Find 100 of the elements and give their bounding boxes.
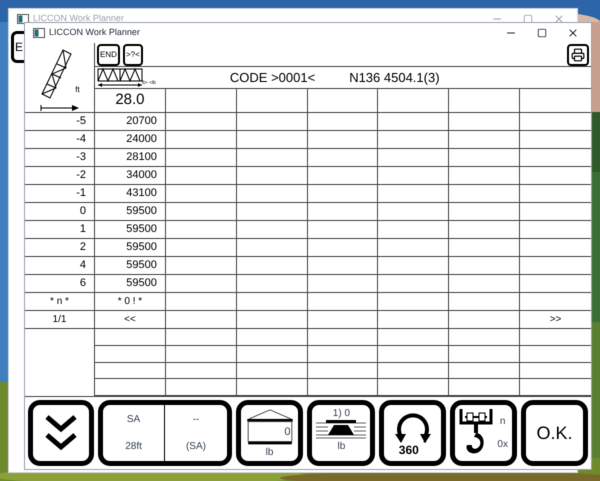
table-cell	[449, 221, 520, 239]
printer-icon	[570, 48, 585, 62]
table-cell: <<	[95, 311, 166, 329]
table-cell	[308, 185, 378, 203]
table-cell	[449, 131, 520, 149]
table-cell	[449, 257, 520, 275]
mode-code: (SA)	[186, 440, 206, 454]
table-cell	[166, 346, 237, 362]
app-icon	[33, 28, 45, 38]
table-cell	[308, 131, 378, 149]
table-cell	[166, 131, 237, 149]
table-cell	[166, 275, 237, 293]
table-cell	[95, 346, 166, 362]
table-cell: 20700	[95, 113, 166, 131]
length-label: 28ft	[125, 440, 142, 454]
table-cell: 59500	[95, 275, 166, 293]
table-cell: -2	[25, 167, 95, 185]
toolbar-button[interactable]: >?<	[122, 44, 143, 66]
table-cell	[236, 257, 308, 275]
mode-button[interactable]: SA 28ft -- (SA)	[98, 400, 232, 466]
code-label: CODE >0001<	[230, 68, 316, 86]
table-cell	[449, 113, 520, 131]
table-cell	[236, 362, 308, 380]
table-cell	[236, 149, 308, 167]
table-cell	[166, 203, 237, 221]
table-cell	[449, 275, 520, 293]
table-cell	[236, 131, 308, 149]
weight-unit: lb	[338, 440, 346, 454]
table-cell	[95, 329, 166, 346]
table-cell	[449, 239, 520, 257]
ok-button[interactable]: O.K.	[521, 400, 588, 466]
table-cell	[378, 113, 450, 131]
table-cell	[449, 329, 520, 346]
table-cell: 24000	[95, 131, 166, 149]
table-cell	[378, 329, 450, 346]
table-cell	[236, 293, 308, 311]
table-cell	[378, 239, 450, 257]
table-cell	[308, 113, 378, 131]
table-cell	[166, 221, 237, 239]
side-button[interactable]: E	[11, 31, 25, 63]
table-cell	[236, 203, 308, 221]
hook-reeving-value: 0x	[497, 438, 508, 452]
outrigger-button[interactable]: 1) 0 lb	[307, 400, 376, 466]
table-cell	[236, 275, 308, 293]
table-cell	[378, 185, 450, 203]
table-cell	[378, 203, 450, 221]
hook-button[interactable]: n 0x	[450, 400, 518, 466]
table-cell: 59500	[95, 239, 166, 257]
table-cell: 43100	[95, 185, 166, 203]
table-cell	[166, 293, 237, 311]
table-cell	[236, 167, 308, 185]
table-cell	[378, 257, 450, 275]
toolbar-button[interactable]: END	[97, 44, 120, 66]
table-cell	[378, 221, 450, 239]
table-cell	[166, 329, 237, 346]
boom-unit: ft	[75, 84, 80, 96]
table-cell	[449, 311, 520, 329]
table-cell	[166, 257, 237, 275]
table-cell	[166, 362, 237, 380]
counterweight-button[interactable]: 0 lb	[236, 400, 304, 466]
next-page-link[interactable]: >>	[520, 311, 591, 329]
table-cell	[166, 185, 237, 203]
table-cell: -4	[25, 131, 95, 149]
table-cell	[95, 362, 166, 380]
print-button[interactable]	[566, 44, 589, 66]
table-cell	[308, 203, 378, 221]
table-cell: 34000	[95, 167, 166, 185]
collapse-button[interactable]	[28, 400, 94, 466]
table-cell	[378, 131, 450, 149]
table-cell	[308, 311, 378, 329]
table-cell	[308, 346, 378, 362]
table-cell	[236, 311, 308, 329]
table-cell: 59500	[95, 257, 166, 275]
table-cell	[378, 275, 450, 293]
double-chevron-icon	[44, 413, 78, 453]
table-cell: 0	[25, 203, 95, 221]
table-cell: -1	[25, 185, 95, 203]
mode-value: --	[192, 413, 200, 427]
table-cell	[166, 167, 237, 185]
table-cell	[236, 346, 308, 362]
table-cell: 28100	[95, 149, 166, 167]
weight-unit: lb	[266, 448, 274, 458]
close-icon[interactable]	[567, 27, 579, 39]
table-cell	[236, 239, 308, 257]
model-label: N136 4504.1(3)	[349, 68, 440, 87]
table-cell: * 0 ! *	[95, 293, 166, 311]
table-cell	[236, 329, 308, 346]
table-cell: 1/1	[25, 311, 95, 329]
table-cell	[308, 275, 378, 293]
table-cell	[449, 203, 520, 221]
table-cell	[378, 167, 450, 185]
table-cell: 1	[25, 221, 95, 239]
table-cell	[378, 149, 450, 167]
arrow-icon	[40, 104, 80, 112]
table-cell	[236, 113, 308, 131]
table-cell: 6	[25, 275, 95, 293]
table-cell	[236, 185, 308, 203]
table-cell: * n *	[25, 293, 95, 311]
table-cell: 2	[25, 239, 95, 257]
table-cell: -3	[25, 149, 95, 167]
